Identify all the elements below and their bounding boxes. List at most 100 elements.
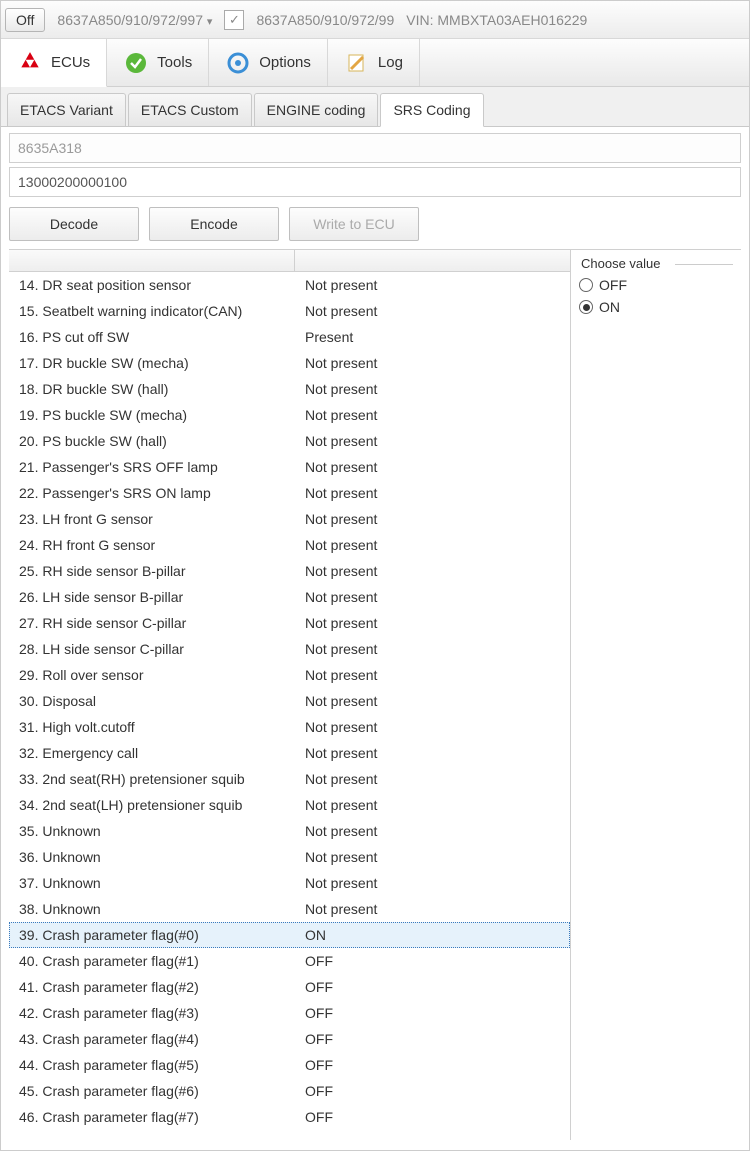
param-value: ON bbox=[295, 927, 570, 943]
table-row[interactable]: 38. UnknownNot present bbox=[9, 896, 570, 922]
param-name: 34. 2nd seat(LH) pretensioner squib bbox=[9, 797, 295, 813]
param-value: Not present bbox=[295, 563, 570, 579]
param-name: 19. PS buckle SW (mecha) bbox=[9, 407, 295, 423]
off-button[interactable]: Off bbox=[5, 8, 45, 32]
param-value: Not present bbox=[295, 719, 570, 735]
table-row[interactable]: 19. PS buckle SW (mecha)Not present bbox=[9, 402, 570, 428]
table-row[interactable]: 14. DR seat position sensorNot present bbox=[9, 272, 570, 298]
table-row[interactable]: 35. UnknownNot present bbox=[9, 818, 570, 844]
param-value: Not present bbox=[295, 407, 570, 423]
table-row[interactable]: 46. Crash parameter flag(#7)OFF bbox=[9, 1104, 570, 1130]
param-value: OFF bbox=[295, 1031, 570, 1047]
table-row[interactable]: 31. High volt.cutoffNot present bbox=[9, 714, 570, 740]
tab-tools[interactable]: Tools bbox=[107, 39, 209, 86]
table-row[interactable]: 33. 2nd seat(RH) pretensioner squibNot p… bbox=[9, 766, 570, 792]
table-row[interactable]: 41. Crash parameter flag(#2)OFF bbox=[9, 974, 570, 1000]
param-name: 26. LH side sensor B-pillar bbox=[9, 589, 295, 605]
param-name: 25. RH side sensor B-pillar bbox=[9, 563, 295, 579]
param-value: Not present bbox=[295, 589, 570, 605]
param-name: 38. Unknown bbox=[9, 901, 295, 917]
param-name: 46. Crash parameter flag(#7) bbox=[9, 1109, 295, 1125]
decode-button[interactable]: Decode bbox=[9, 207, 139, 241]
table-row[interactable]: 44. Crash parameter flag(#5)OFF bbox=[9, 1052, 570, 1078]
subtab-srs-coding[interactable]: SRS Coding bbox=[380, 93, 483, 127]
param-value: Not present bbox=[295, 901, 570, 917]
parameter-table[interactable]: 14. DR seat position sensorNot present15… bbox=[9, 250, 571, 1140]
split-pane: 14. DR seat position sensorNot present15… bbox=[9, 249, 741, 1140]
table-row[interactable]: 26. LH side sensor B-pillarNot present bbox=[9, 584, 570, 610]
table-row[interactable]: 30. DisposalNot present bbox=[9, 688, 570, 714]
param-name: 44. Crash parameter flag(#5) bbox=[9, 1057, 295, 1073]
table-row[interactable]: 23. LH front G sensorNot present bbox=[9, 506, 570, 532]
table-row[interactable]: 43. Crash parameter flag(#4)OFF bbox=[9, 1026, 570, 1052]
param-value: Not present bbox=[295, 849, 570, 865]
table-row[interactable]: 34. 2nd seat(LH) pretensioner squibNot p… bbox=[9, 792, 570, 818]
param-value: Not present bbox=[295, 615, 570, 631]
param-value: Not present bbox=[295, 355, 570, 371]
tab-ecus[interactable]: ECUs bbox=[1, 39, 107, 87]
radio-off[interactable]: OFF bbox=[579, 277, 733, 293]
table-row[interactable]: 37. UnknownNot present bbox=[9, 870, 570, 896]
table-row[interactable]: 21. Passenger's SRS OFF lampNot present bbox=[9, 454, 570, 480]
radio-off-label: OFF bbox=[599, 277, 627, 293]
tools-icon bbox=[123, 50, 149, 76]
tab-log[interactable]: Log bbox=[328, 39, 420, 86]
gear-icon bbox=[225, 50, 251, 76]
table-row[interactable]: 15. Seatbelt warning indicator(CAN)Not p… bbox=[9, 298, 570, 324]
param-value: Not present bbox=[295, 277, 570, 293]
tab-options[interactable]: Options bbox=[209, 39, 328, 86]
partno-input[interactable] bbox=[9, 133, 741, 163]
param-name: 45. Crash parameter flag(#6) bbox=[9, 1083, 295, 1099]
radio-on[interactable]: ON bbox=[579, 299, 733, 315]
content: Decode Encode Write to ECU 14. DR seat p… bbox=[1, 127, 749, 1146]
table-row[interactable]: 29. Roll over sensorNot present bbox=[9, 662, 570, 688]
table-row[interactable]: 42. Crash parameter flag(#3)OFF bbox=[9, 1000, 570, 1026]
param-name: 35. Unknown bbox=[9, 823, 295, 839]
param-value: OFF bbox=[295, 953, 570, 969]
param-name: 27. RH side sensor C-pillar bbox=[9, 615, 295, 631]
table-row[interactable]: 24. RH front G sensorNot present bbox=[9, 532, 570, 558]
subtab-etacs-custom[interactable]: ETACS Custom bbox=[128, 93, 252, 126]
encode-button[interactable]: Encode bbox=[149, 207, 279, 241]
table-row[interactable]: 28. LH side sensor C-pillarNot present bbox=[9, 636, 570, 662]
choose-value-panel: Choose value OFF ON bbox=[571, 250, 741, 1140]
table-row[interactable]: 18. DR buckle SW (hall)Not present bbox=[9, 376, 570, 402]
param-value: Not present bbox=[295, 381, 570, 397]
param-name: 41. Crash parameter flag(#2) bbox=[9, 979, 295, 995]
radio-on-label: ON bbox=[599, 299, 620, 315]
param-value: Present bbox=[295, 329, 570, 345]
param-name: 39. Crash parameter flag(#0) bbox=[9, 927, 295, 943]
table-row[interactable]: 45. Crash parameter flag(#6)OFF bbox=[9, 1078, 570, 1104]
param-name: 28. LH side sensor C-pillar bbox=[9, 641, 295, 657]
table-row[interactable]: 39. Crash parameter flag(#0)ON bbox=[9, 922, 570, 948]
param-name: 42. Crash parameter flag(#3) bbox=[9, 1005, 295, 1021]
partno-dropdown-1[interactable]: 8637A850/910/972/997 ▾ bbox=[51, 12, 218, 28]
param-value: Not present bbox=[295, 303, 570, 319]
param-value: Not present bbox=[295, 875, 570, 891]
table-row[interactable]: 16. PS cut off SWPresent bbox=[9, 324, 570, 350]
param-value: Not present bbox=[295, 771, 570, 787]
table-row[interactable]: 40. Crash parameter flag(#1)OFF bbox=[9, 948, 570, 974]
param-name: 17. DR buckle SW (mecha) bbox=[9, 355, 295, 371]
param-value: Not present bbox=[295, 823, 570, 839]
param-name: 29. Roll over sensor bbox=[9, 667, 295, 683]
param-name: 24. RH front G sensor bbox=[9, 537, 295, 553]
code-input[interactable] bbox=[9, 167, 741, 197]
table-row[interactable]: 20. PS buckle SW (hall)Not present bbox=[9, 428, 570, 454]
param-name: 37. Unknown bbox=[9, 875, 295, 891]
log-icon bbox=[344, 50, 370, 76]
subtab-etacs-variant[interactable]: ETACS Variant bbox=[7, 93, 126, 126]
tab-log-label: Log bbox=[378, 54, 403, 71]
partno-text-1: 8637A850/910/972/997 bbox=[57, 12, 203, 28]
table-row[interactable]: 32. Emergency callNot present bbox=[9, 740, 570, 766]
sub-nav: ETACS Variant ETACS Custom ENGINE coding… bbox=[1, 87, 749, 127]
table-row[interactable]: 36. UnknownNot present bbox=[9, 844, 570, 870]
param-name: 43. Crash parameter flag(#4) bbox=[9, 1031, 295, 1047]
subtab-engine-coding[interactable]: ENGINE coding bbox=[254, 93, 379, 126]
table-row[interactable]: 17. DR buckle SW (mecha)Not present bbox=[9, 350, 570, 376]
table-row[interactable]: 22. Passenger's SRS ON lampNot present bbox=[9, 480, 570, 506]
table-row[interactable]: 27. RH side sensor C-pillarNot present bbox=[9, 610, 570, 636]
checkbox[interactable]: ✓ bbox=[224, 10, 244, 30]
table-row[interactable]: 25. RH side sensor B-pillarNot present bbox=[9, 558, 570, 584]
chevron-down-icon: ▾ bbox=[207, 16, 213, 28]
